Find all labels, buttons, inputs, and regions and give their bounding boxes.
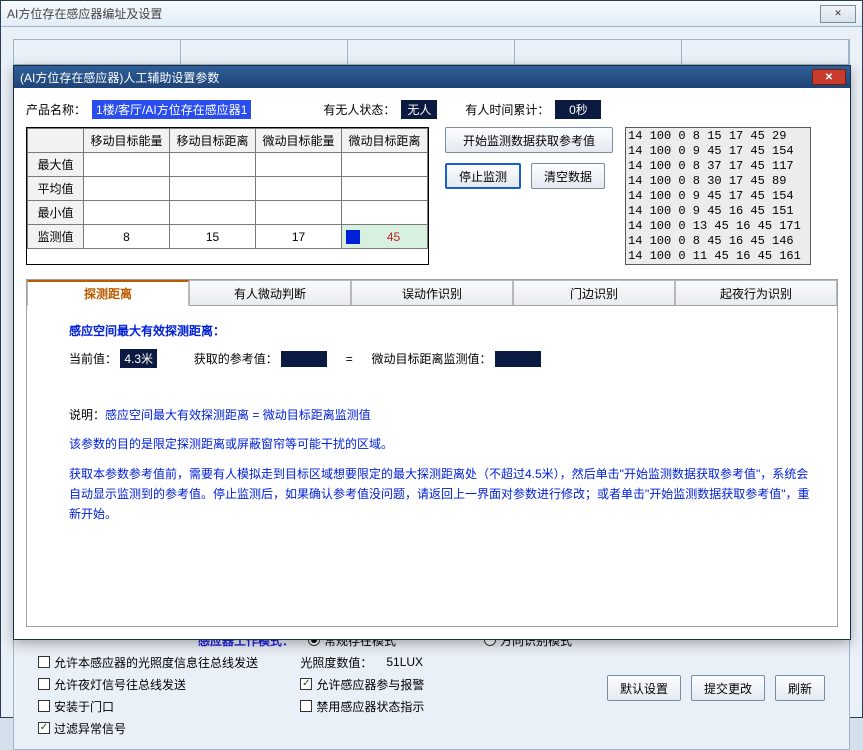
tabs-bar: 探测距离 有人微动判断 误动作识别 门边识别 起夜行为识别 <box>27 280 837 306</box>
outer-body: 感应器工作模式： 常规存在模式 方向识别模式 允许本感应器的光照度信息往总线发送… <box>1 27 862 717</box>
th-empty <box>28 129 84 153</box>
stop-monitor-button[interactable]: 停止监测 <box>445 163 521 189</box>
background-tabs <box>13 39 850 65</box>
ck-disable-status-label: 禁用感应器状态指示 <box>316 698 424 715</box>
under-panel: 感应器工作模式： 常规存在模式 方向识别模式 允许本感应器的光照度信息往总线发送… <box>13 629 850 750</box>
eq: = <box>346 352 353 366</box>
person-time-value: 0秒 <box>555 100 601 119</box>
mon-c4: 45 <box>342 225 428 249</box>
tabs: 探测距离 有人微动判断 误动作识别 门边识别 起夜行为识别 感应空间最大有效探测… <box>26 279 838 627</box>
dialog: (AI方位存在感应器)人工辅助设置参数 ✕ 产品名称： 1楼/客厅/AI方位存在… <box>13 65 851 640</box>
row-max: 最大值 <box>28 153 84 177</box>
presence-value: 无人 <box>401 100 437 119</box>
mon-value <box>495 351 541 367</box>
ck-nightlight-label: 允许夜灯信号往总线发送 <box>54 676 186 693</box>
explain-line-2: 该参数的目的是限定探测距离或屏蔽窗帘等可能干扰的区域。 <box>69 435 815 452</box>
log-box[interactable]: 14 100 0 8 15 17 45 29 14 100 0 9 45 17 … <box>625 127 811 265</box>
presence-label: 有无人状态： <box>323 101 395 118</box>
row-mon: 监测值 <box>28 225 84 249</box>
dialog-titlebar: (AI方位存在感应器)人工辅助设置参数 ✕ <box>14 66 850 88</box>
section-title: 感应空间最大有效探测距离： <box>69 322 815 339</box>
dialog-body: 产品名称： 1楼/客厅/AI方位存在感应器1 有无人状态： 无人 有人时间累计：… <box>14 88 850 639</box>
tab-panel-detect: 感应空间最大有效探测距离： 当前值： 4.3米 获取的参考值： = 微动目标距离… <box>27 306 837 626</box>
ref-value <box>281 351 327 367</box>
lux-value: 51LUX <box>386 655 423 669</box>
ck-filter[interactable] <box>38 722 50 734</box>
start-monitor-button[interactable]: 开始监测数据获取参考值 <box>445 127 613 153</box>
refresh-button[interactable]: 刷新 <box>775 675 825 701</box>
ck-door-label: 安装于门口 <box>54 698 114 715</box>
explain-line-1: 说明：感应空间最大有效探测距离 = 微动目标距离监测值 <box>69 406 815 423</box>
mon-c1: 8 <box>84 225 170 249</box>
ck-door[interactable] <box>38 700 50 712</box>
th-micro-energy: 微动目标能量 <box>256 129 342 153</box>
ck-alarm[interactable] <box>300 678 312 690</box>
mid-buttons: 开始监测数据获取参考值 停止监测 清空数据 <box>437 127 617 265</box>
mon-bar-fill <box>346 230 360 244</box>
ck-nightlight[interactable] <box>38 678 50 690</box>
outer-window: AI方位存在感应器编址及设置 ✕ 感应器工作模式： 常规存在模式 方向识别模式 … <box>0 0 863 718</box>
mon-label: 微动目标距离监测值： <box>371 352 491 366</box>
tab-night-behavior[interactable]: 起夜行为识别 <box>675 280 837 306</box>
tab-false-trigger[interactable]: 误动作识别 <box>351 280 513 306</box>
outer-title: AI方位存在感应器编址及设置 <box>7 5 162 22</box>
outer-close-button[interactable]: ✕ <box>820 5 856 23</box>
person-time-label: 有人时间累计： <box>465 101 549 118</box>
default-button[interactable]: 默认设置 <box>607 675 681 701</box>
dialog-title: (AI方位存在感应器)人工辅助设置参数 <box>20 69 219 86</box>
monitor-table: 移动目标能量 移动目标距离 微动目标能量 微动目标距离 最大值 平均值 最小值 … <box>26 127 429 265</box>
tab-micro-movement[interactable]: 有人微动判断 <box>189 280 351 306</box>
monitor-row: 移动目标能量 移动目标距离 微动目标能量 微动目标距离 最大值 平均值 最小值 … <box>26 127 838 265</box>
outer-titlebar: AI方位存在感应器编址及设置 ✕ <box>1 1 862 27</box>
product-name-label: 产品名称： <box>26 101 86 118</box>
ck-filter-label: 过滤异常信号 <box>54 720 126 737</box>
tab-door-edge[interactable]: 门边识别 <box>513 280 675 306</box>
th-move-energy: 移动目标能量 <box>84 129 170 153</box>
lux-label: 光照度数值： <box>300 654 372 671</box>
product-row: 产品名称： 1楼/客厅/AI方位存在感应器1 有无人状态： 无人 有人时间累计：… <box>26 96 838 127</box>
ck-lux-send-label: 允许本感应器的光照度信息往总线发送 <box>54 654 258 671</box>
th-move-dist: 移动目标距离 <box>170 129 256 153</box>
current-line: 当前值： 4.3米 获取的参考值： = 微动目标距离监测值： <box>69 349 815 368</box>
th-micro-dist: 微动目标距离 <box>342 129 428 153</box>
mon-c3: 17 <box>256 225 342 249</box>
tab-detect-distance[interactable]: 探测距离 <box>27 280 189 306</box>
cur-label: 当前值： <box>69 352 117 366</box>
ck-lux-send[interactable] <box>38 656 50 668</box>
row-avg: 平均值 <box>28 177 84 201</box>
clear-data-button[interactable]: 清空数据 <box>531 163 605 189</box>
product-name-value: 1楼/客厅/AI方位存在感应器1 <box>92 100 251 119</box>
cur-value: 4.3米 <box>120 349 157 368</box>
row-min: 最小值 <box>28 201 84 225</box>
explain-line-3: 获取本参数参考值前，需要有人模拟走到目标区域想要限定的最大探测距离处（不超过4.… <box>69 464 815 524</box>
mon-c2: 15 <box>170 225 256 249</box>
dialog-close-button[interactable]: ✕ <box>812 69 846 85</box>
ck-disable-status[interactable] <box>300 700 312 712</box>
ck-alarm-label: 允许感应器参与报警 <box>316 676 424 693</box>
ref-label: 获取的参考值： <box>194 352 278 366</box>
submit-button[interactable]: 提交更改 <box>691 675 765 701</box>
